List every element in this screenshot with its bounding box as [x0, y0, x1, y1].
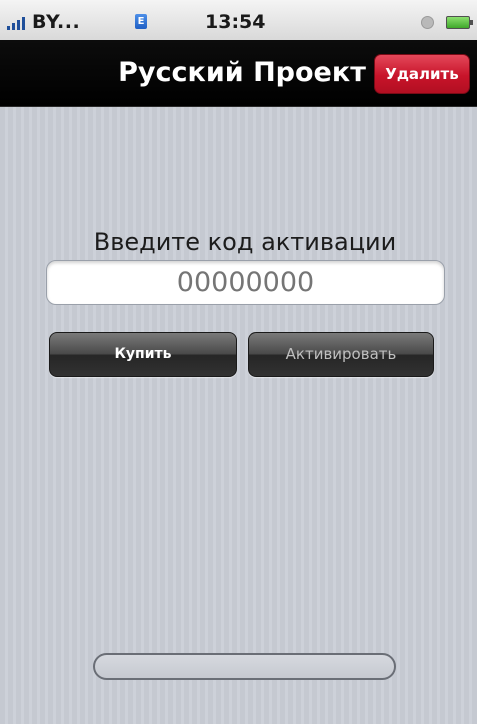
app-screen: BY... E 13:54 Русский Проект Удалить Вве… — [0, 0, 477, 724]
activate-button[interactable]: Активировать — [248, 332, 434, 377]
activation-code-label: Введите код активации — [93, 228, 397, 256]
buy-button[interactable]: Купить — [49, 332, 237, 377]
signal-strength-icon — [7, 16, 29, 30]
activation-panel: Введите код активации Купить Активироват… — [0, 107, 477, 724]
carrier-name: BY... — [32, 11, 81, 33]
activation-code-input[interactable] — [46, 260, 445, 305]
page-title: Русский Проект — [118, 57, 366, 88]
lock-rotation-icon — [421, 16, 434, 29]
status-bar: BY... E 13:54 — [0, 0, 477, 40]
delete-button[interactable]: Удалить — [374, 54, 470, 94]
battery-icon — [446, 16, 473, 29]
progress-bar — [93, 653, 396, 680]
data-network-icon: E — [135, 14, 147, 29]
navigation-bar: Русский Проект Удалить — [0, 40, 477, 107]
status-time: 13:54 — [205, 11, 266, 33]
